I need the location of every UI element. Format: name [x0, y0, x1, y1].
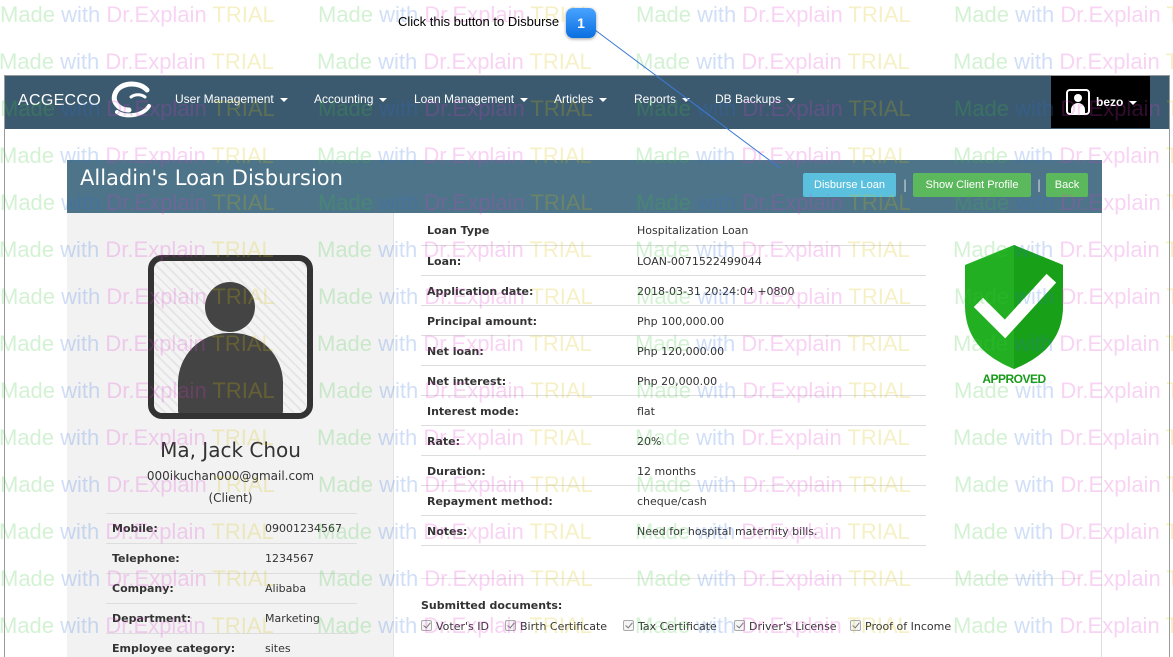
callout-label: Click this button to Disburse [398, 14, 560, 29]
callout-number-badge: 1 [566, 8, 596, 38]
callout-pointer-line [594, 29, 781, 169]
